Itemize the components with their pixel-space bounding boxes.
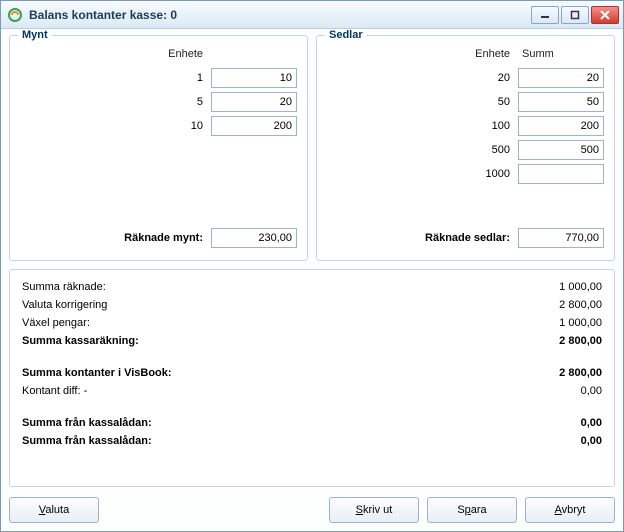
bill-row-50: 50 [327, 90, 604, 114]
coin-input-5[interactable] [211, 92, 297, 112]
minimize-button[interactable] [531, 6, 559, 24]
valuta-button[interactable]: Valuta [9, 497, 99, 523]
titlebar: Balans kontanter kasse: 0 [1, 1, 623, 29]
summary-label: Summa räknade: [22, 281, 522, 293]
coin-row-10: 10 [20, 114, 297, 138]
spacer [327, 186, 604, 226]
app-icon [7, 7, 23, 23]
bill-row-20: 20 [327, 66, 604, 90]
coins-total-label: Räknade mynt: [20, 232, 211, 244]
coins-total-row: Räknade mynt: [20, 226, 297, 250]
bills-sum-header: Summ [518, 48, 604, 60]
bill-input-500[interactable] [518, 140, 604, 160]
coin-row-1: 1 [20, 66, 297, 90]
coins-total-value [211, 228, 297, 248]
coin-input-10[interactable] [211, 116, 297, 136]
close-button[interactable] [591, 6, 619, 24]
summary-label: Summa från kassalådan: [22, 417, 522, 429]
summary-line: Växel pengar: 1 000,00 [22, 314, 602, 332]
coins-header-row: Enhete [20, 42, 297, 66]
summary-line: Kontant diff: - 0,00 [22, 382, 602, 400]
client-area: Mynt Enhete 1 5 10 [1, 29, 623, 531]
summary-label: Summa från kassalådan: [22, 435, 522, 447]
cancel-button[interactable]: Avbryt [525, 497, 615, 523]
summary-value: 2 800,00 [522, 367, 602, 379]
print-button[interactable]: Skriv ut [329, 497, 419, 523]
bill-row-1000: 1000 [327, 162, 604, 186]
bill-row-500: 500 [327, 138, 604, 162]
counting-panels: Mynt Enhete 1 5 10 [9, 35, 615, 261]
spacer [22, 400, 602, 414]
window: Balans kontanter kasse: 0 Mynt Enhete [0, 0, 624, 532]
bill-denom-label: 100 [327, 120, 518, 132]
summary-label: Växel pengar: [22, 317, 522, 329]
coin-denom-label: 5 [20, 96, 211, 108]
summary-line: Summa räknade: 1 000,00 [22, 278, 602, 296]
spacer [107, 497, 321, 523]
spacer [20, 138, 297, 226]
summary-label: Summa kassaräkning: [22, 335, 522, 347]
bill-input-50[interactable] [518, 92, 604, 112]
coins-group: Mynt Enhete 1 5 10 [9, 35, 308, 261]
coins-legend: Mynt [18, 29, 52, 41]
summary-label: Summa kontanter i VisBook: [22, 367, 522, 379]
bill-denom-label: 1000 [327, 168, 518, 180]
coin-row-5: 5 [20, 90, 297, 114]
bills-legend: Sedlar [325, 29, 367, 41]
bill-input-20[interactable] [518, 68, 604, 88]
bills-header-row: Enhete Summ [327, 42, 604, 66]
window-title: Balans kontanter kasse: 0 [29, 8, 531, 22]
summary-value: 0,00 [522, 417, 602, 429]
bills-group: Sedlar Enhete Summ 20 50 100 [316, 35, 615, 261]
bills-unit-header: Enhete [327, 48, 518, 60]
bill-input-1000[interactable] [518, 164, 604, 184]
coin-denom-label: 1 [20, 72, 211, 84]
summary-label: Kontant diff: - [22, 385, 522, 397]
bills-total-row: Räknade sedlar: [327, 226, 604, 250]
summary-value: 1 000,00 [522, 281, 602, 293]
window-buttons [531, 6, 619, 24]
coin-denom-label: 10 [20, 120, 211, 132]
coins-unit-header: Enhete [20, 48, 211, 60]
summary-line: Summa från kassalådan: 0,00 [22, 432, 602, 450]
summary-value: 0,00 [522, 435, 602, 447]
bills-total-label: Räknade sedlar: [327, 232, 518, 244]
bill-denom-label: 50 [327, 96, 518, 108]
summary-line: Valuta korrigering 2 800,00 [22, 296, 602, 314]
maximize-button[interactable] [561, 6, 589, 24]
summary-value: 1 000,00 [522, 317, 602, 329]
button-bar: Valuta Skriv ut Spara Avbryt [9, 487, 615, 523]
summary-value: 2 800,00 [522, 335, 602, 347]
summary-label: Valuta korrigering [22, 299, 522, 311]
summary-value: 0,00 [522, 385, 602, 397]
summary-line: Summa kassaräkning: 2 800,00 [22, 332, 602, 350]
summary-line: Summa från kassalådan: 0,00 [22, 414, 602, 432]
coin-input-1[interactable] [211, 68, 297, 88]
save-button[interactable]: Spara [427, 497, 517, 523]
summary-value: 2 800,00 [522, 299, 602, 311]
bill-input-100[interactable] [518, 116, 604, 136]
bill-row-100: 100 [327, 114, 604, 138]
bill-denom-label: 20 [327, 72, 518, 84]
spacer [22, 350, 602, 364]
summary-panel: Summa räknade: 1 000,00 Valuta korrigeri… [9, 269, 615, 487]
bills-total-value [518, 228, 604, 248]
summary-line: Summa kontanter i VisBook: 2 800,00 [22, 364, 602, 382]
bill-denom-label: 500 [327, 144, 518, 156]
